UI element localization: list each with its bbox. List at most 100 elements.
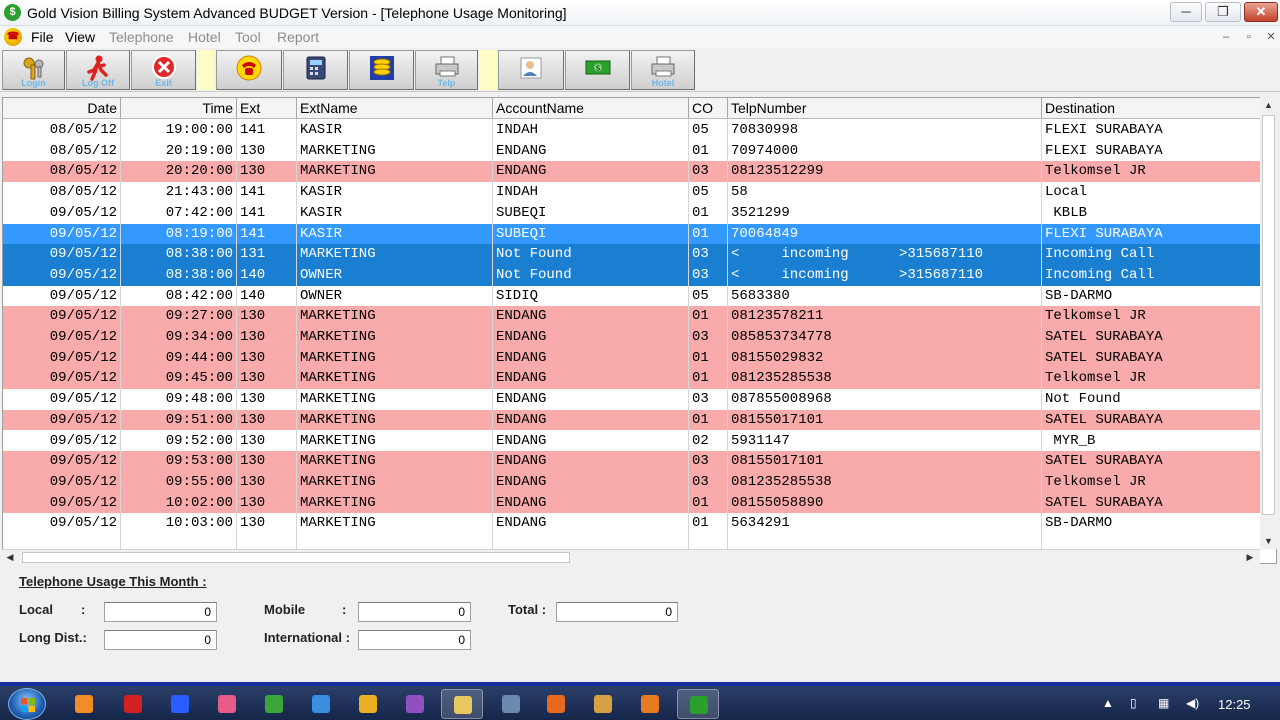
taskbar-internet-explorer[interactable]	[300, 689, 342, 719]
cell-date: 09/05/12	[49, 204, 117, 221]
table-row[interactable]: 09/05/12 09:27:00 130 MARKETING ENDANG 01 0812…	[3, 306, 1261, 327]
table-row[interactable]: 08/05/12 21:43:00 141 KASIR INDAH 05 58 Local	[3, 182, 1261, 203]
database-button[interactable]	[349, 50, 414, 90]
toolbar: Login Log Off Exit Telp $ Hotel	[0, 48, 1280, 92]
taskbar-utorrent[interactable]	[253, 689, 295, 719]
menu-hotel[interactable]: Hotel	[188, 29, 221, 45]
phone-button[interactable]	[216, 50, 282, 90]
print-telp-button[interactable]: Telp	[415, 50, 478, 90]
menu-view[interactable]: View	[65, 29, 95, 45]
mdi-close-button[interactable]: ✕	[1262, 29, 1280, 45]
taskbar-office-app[interactable]	[629, 689, 671, 719]
column-header-time[interactable]: Time	[121, 98, 237, 118]
column-header-extname[interactable]: ExtName	[297, 98, 493, 118]
table-row[interactable]: 09/05/12 09:34:00 130 MARKETING ENDANG 03 0858…	[3, 327, 1261, 348]
table-row[interactable]: 09/05/12 07:42:00 141 KASIR SUBEQI 01 3521299 …	[3, 202, 1261, 224]
vertical-scroll-thumb[interactable]	[1262, 115, 1275, 515]
usage-grid[interactable]: Date Time Ext ExtName AccountName CO TelpNumbe…	[2, 97, 1277, 564]
column-header-date[interactable]: Date	[3, 98, 121, 118]
longdist-field[interactable]: 0	[104, 630, 217, 650]
user-button[interactable]	[498, 50, 564, 90]
table-row[interactable]: 09/05/12 10:02:00 130 MARKETING ENDANG 01 0815…	[3, 492, 1261, 514]
menu-report[interactable]: Report	[277, 29, 319, 45]
taskbar-plus-app[interactable]	[159, 689, 201, 719]
mobile-field[interactable]: 0	[358, 602, 471, 622]
table-row[interactable]: 09/05/12 09:48:00 130 MARKETING ENDANG 03 0878…	[3, 389, 1261, 410]
horizontal-scrollbar[interactable]: ◀ ▶	[2, 549, 1260, 565]
taskbar-firefox[interactable]	[535, 689, 577, 719]
scroll-down-icon[interactable]: ▼	[1260, 533, 1277, 549]
cell-accountname: INDAH	[496, 184, 539, 201]
taskbar-network-app[interactable]	[490, 689, 532, 719]
minimize-button[interactable]: ─	[1170, 2, 1202, 22]
table-row[interactable]: 08/05/12 20:20:00 130 MARKETING ENDANG 03 0812…	[3, 161, 1261, 183]
tray-expand-icon[interactable]: ▲	[1102, 696, 1114, 710]
cell-telpnumber: < incoming >315687110	[731, 266, 984, 283]
cell-accountname: ENDANG	[496, 329, 547, 345]
toolbar-separator-2	[479, 50, 497, 90]
cell-extname: MARKETING	[300, 329, 376, 345]
media-player-icon	[75, 695, 93, 713]
table-row[interactable]: 09/05/12 08:38:00 140 OWNER Not Found 03 < inc…	[3, 264, 1261, 286]
cell-ext: 130	[240, 432, 266, 449]
exit-button[interactable]: Exit	[131, 50, 196, 90]
login-button[interactable]: Login	[2, 50, 65, 90]
table-row[interactable]: 09/05/12 08:38:00 131 MARKETING Not Found 03 <…	[3, 244, 1261, 265]
table-row[interactable]: 09/05/12 09:45:00 130 MARKETING ENDANG 01 0812…	[3, 368, 1261, 390]
tray-device-icon[interactable]: ▯	[1130, 696, 1137, 710]
taskbar-file-explorer[interactable]	[441, 689, 483, 719]
scroll-up-icon[interactable]: ▲	[1260, 97, 1277, 113]
taskbar-tools-app[interactable]	[582, 689, 624, 719]
taskbar-chrome[interactable]	[347, 689, 389, 719]
table-row[interactable]: 08/05/12 19:00:00 141 KASIR INDAH 05 70830998 F…	[3, 120, 1261, 141]
column-header-telpnumber[interactable]: TelpNumber	[728, 98, 1042, 118]
app-menu-icon[interactable]: ☎	[4, 28, 22, 46]
print-hotel-button[interactable]: Hotel	[631, 50, 695, 90]
column-header-destination[interactable]: Destination	[1042, 98, 1261, 118]
table-row[interactable]: 09/05/12 08:19:00 141 KASIR SUBEQI 01 70064849…	[3, 223, 1261, 245]
menu-telephone[interactable]: Telephone	[109, 29, 174, 45]
table-row[interactable]: 09/05/12 10:03:00 130 MARKETING ENDANG 01 5634…	[3, 513, 1261, 534]
vertical-scrollbar[interactable]: ▲ ▼	[1260, 97, 1277, 549]
column-header-accountname[interactable]: AccountName	[493, 98, 689, 118]
scroll-left-icon[interactable]: ◀	[2, 550, 18, 565]
cell-time: 09:55:00	[165, 473, 233, 490]
file-explorer-icon	[454, 696, 472, 714]
menu-file[interactable]: File	[31, 29, 54, 45]
cell-extname: KASIR	[300, 204, 343, 221]
local-field[interactable]: 0	[104, 602, 217, 622]
taskbar-acrobat[interactable]	[112, 689, 154, 719]
taskbar-messenger[interactable]	[394, 689, 436, 719]
tray-network-icon[interactable]: ▦	[1158, 696, 1169, 710]
horizontal-scroll-thumb[interactable]	[22, 552, 570, 563]
column-header-ext[interactable]: Ext	[237, 98, 297, 118]
start-button[interactable]	[8, 688, 46, 720]
mdi-restore-button[interactable]: ▫	[1240, 29, 1258, 45]
table-row[interactable]: 09/05/12 09:53:00 130 MARKETING ENDANG 03 0815…	[3, 451, 1261, 472]
clock[interactable]: 12:25	[1218, 697, 1251, 712]
money-button[interactable]: $	[565, 50, 630, 90]
grid-line	[120, 119, 121, 549]
mdi-minimize-button[interactable]: –	[1217, 29, 1235, 45]
table-row[interactable]: 09/05/12 08:42:00 140 OWNER SIDIQ 05 5683380 SB…	[3, 285, 1261, 307]
table-row[interactable]: 08/05/12 20:19:00 130 MARKETING ENDANG 01 7097…	[3, 140, 1261, 162]
scroll-right-icon[interactable]: ▶	[1242, 550, 1258, 565]
logoff-button[interactable]: Log Off	[66, 50, 130, 90]
table-row[interactable]: 09/05/12 09:52:00 130 MARKETING ENDANG 02 5931…	[3, 430, 1261, 452]
table-row[interactable]: 09/05/12 09:55:00 130 MARKETING ENDANG 03 0812…	[3, 471, 1261, 493]
taskbar-media-player[interactable]	[63, 689, 105, 719]
menu-tool[interactable]: Tool	[235, 29, 261, 45]
restore-button[interactable]: ❐	[1205, 2, 1241, 22]
column-header-co[interactable]: CO	[689, 98, 728, 118]
table-row[interactable]: 09/05/12 09:44:00 130 MARKETING ENDANG 01 0815…	[3, 347, 1261, 369]
cell-ext: 130	[240, 163, 266, 180]
close-button[interactable]: ✕	[1244, 2, 1278, 22]
total-field[interactable]: 0	[556, 602, 678, 622]
table-row[interactable]: 09/05/12 09:51:00 130 MARKETING ENDANG 01 0815…	[3, 409, 1261, 431]
taskbar-paint[interactable]	[206, 689, 248, 719]
international-field[interactable]: 0	[358, 630, 471, 650]
tray-volume-icon[interactable]: ◀)	[1186, 696, 1199, 710]
calculator-button[interactable]	[283, 50, 348, 90]
cell-destination: Telkomsel JR	[1045, 370, 1146, 387]
taskbar-gold-vision[interactable]	[677, 689, 719, 719]
